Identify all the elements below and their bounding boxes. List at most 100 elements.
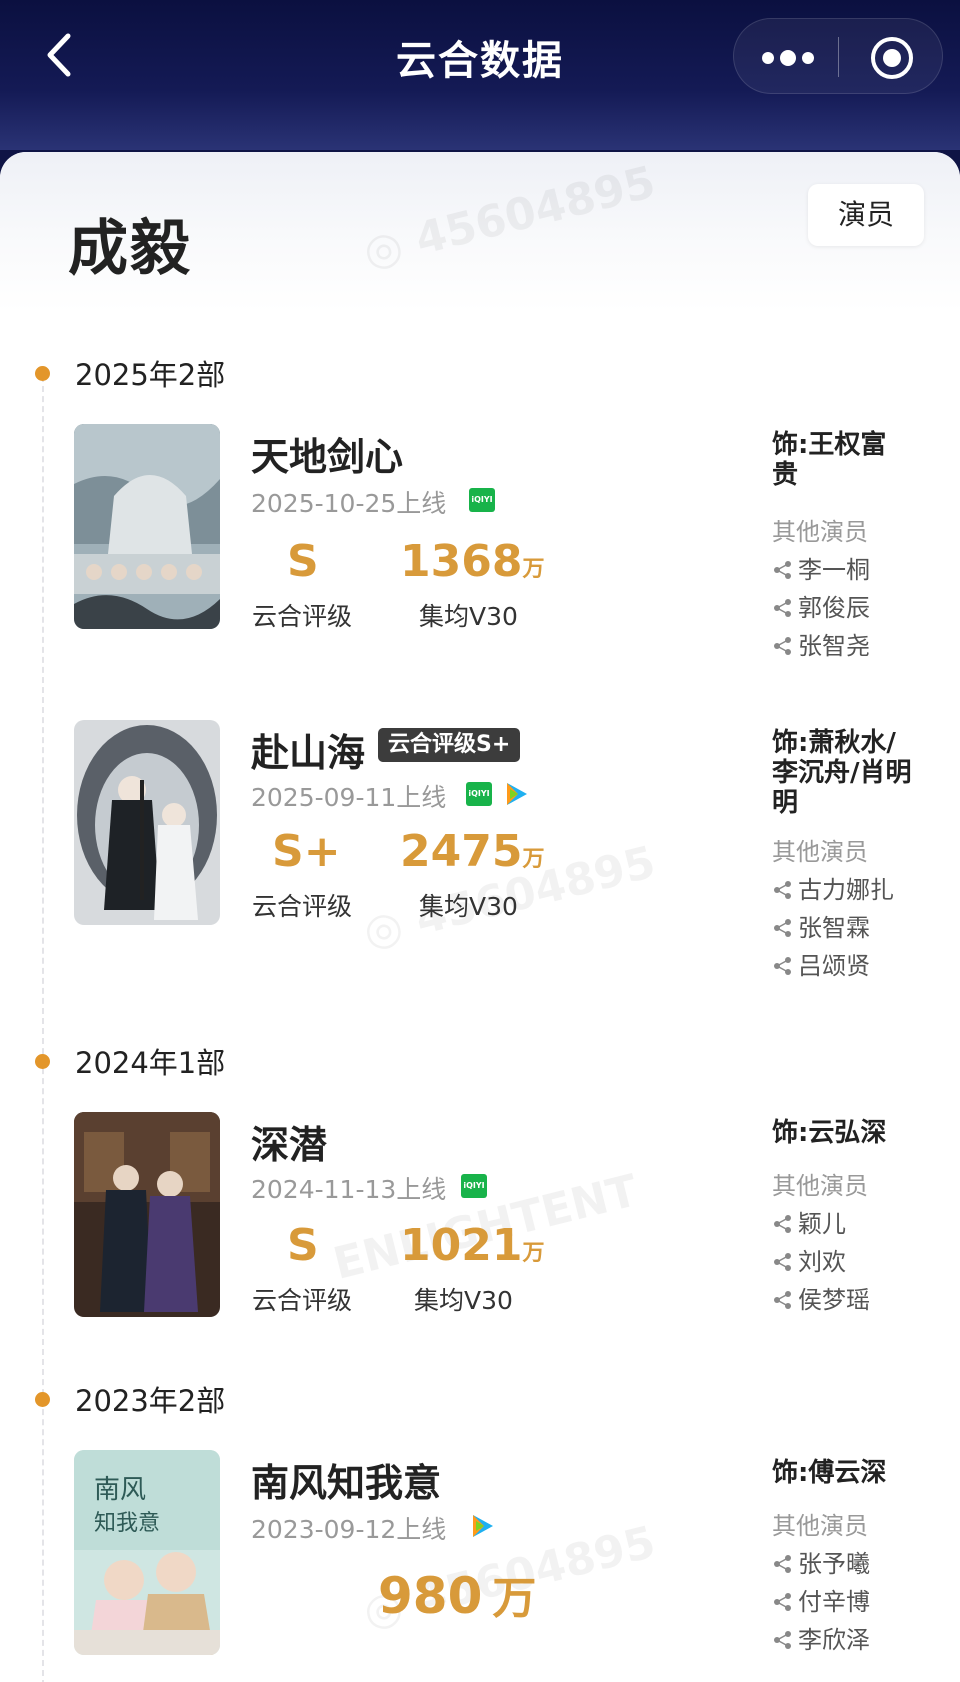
release-date: 2024-11-13上线 [251,1175,447,1204]
tencent-video-icon [468,1512,496,1540]
mini-program-capsule [733,18,943,94]
release-date: 2025-10-25上线 [251,489,447,518]
more-dot [802,52,814,64]
views-label: 集均V30 [414,1286,513,1315]
rating-badge: 云合评级S+ [378,728,521,762]
release-date: 2023-09-12上线 [251,1515,447,1544]
actor-name: 郭俊辰 [798,594,870,622]
views-unit: 万 [522,847,545,872]
more-dots-icon [762,52,774,64]
actor-item[interactable]: 古力娜扎 [772,870,894,905]
share-icon [772,879,794,901]
actor-name: 吕颂贤 [798,952,870,980]
year-label: 2024年1部 [75,1046,226,1080]
grade-label: 云合评级 [252,602,353,631]
drama-card[interactable]: 南风 知我意 南风知我意 2023-09-12上线 980 万 饰:傅云深 其他演… [0,1450,960,1682]
actor-name: 张予曦 [798,1550,870,1578]
person-name: 成毅 [68,214,192,284]
svg-text:南风: 南风 [94,1475,146,1505]
timeline-dot [35,1392,50,1407]
share-icon [772,635,794,657]
actor-item[interactable]: 颖儿 [772,1204,846,1239]
share-icon [772,1251,794,1273]
actor-item[interactable]: 付辛博 [772,1582,870,1617]
drama-title: 南风知我意 [251,1461,442,1505]
share-icon [772,1591,794,1613]
profile-header: 成毅 演员 [0,152,960,312]
actor-item[interactable]: 张智霖 [772,908,870,943]
views-unit: 万 [522,557,545,582]
year-label: 2025年2部 [75,358,226,392]
other-actors-label: 其他演员 [772,1172,868,1200]
poster-image [74,720,220,925]
actor-item[interactable]: 刘欢 [772,1242,846,1277]
role-name: 饰:王权富贵 [772,430,887,490]
tencent-video-icon [502,780,530,808]
views-unit: 万 [522,1241,545,1266]
iqiyi-icon: iQIYI [469,488,495,512]
role-tag[interactable]: 演员 [808,184,924,246]
actor-item[interactable]: 郭俊辰 [772,588,870,623]
views-value: 2475万 [400,826,544,877]
iqiyi-icon: iQIYI [466,782,492,806]
views-value: 980 万 [378,1562,536,1626]
more-dot [780,50,796,66]
share-icon [772,1629,794,1651]
actor-name: 刘欢 [798,1248,846,1276]
iqiyi-icon: iQIYI [461,1174,487,1198]
views-number: 2475 [400,826,523,877]
actor-name: 颖儿 [798,1210,846,1238]
views-number: 1368 [400,536,523,587]
drama-card[interactable]: 深潜 2024-11-13上线 iQIYI S 云合评级 1021万 集均V30… [0,1112,960,1342]
actor-item[interactable]: 李欣泽 [772,1620,870,1655]
share-icon [772,1289,794,1311]
drama-title: 天地剑心 [251,435,404,479]
other-actors-label: 其他演员 [772,838,868,866]
actor-name: 李一桐 [798,556,870,584]
role-name: 饰:萧秋水/李沉舟/肖明明 [772,728,912,818]
share-icon [772,917,794,939]
views-value: 1021万 [400,1220,544,1271]
share-icon [772,955,794,977]
poster-image: 南风 知我意 [74,1450,220,1655]
actor-item[interactable]: 张予曦 [772,1544,870,1579]
actor-name: 张智霖 [798,914,870,942]
content-sheet: 成毅 演员 ◎ 45604895 ◎ 45604895 ENLIGHTENT ◎… [0,152,960,1682]
views-number: 1021 [400,1220,523,1271]
grade-label: 云合评级 [252,892,353,921]
close-button[interactable] [839,19,944,95]
timeline-dot [35,1054,50,1069]
drama-card[interactable]: 赴山海 云合评级S+ 2025-09-11上线 iQIYI S+ 云合评级 24… [0,720,960,980]
top-bar: 云合数据 [0,0,960,150]
target-dot [883,49,901,67]
actor-name: 付辛博 [798,1588,870,1616]
actor-item[interactable]: 李一桐 [772,550,870,585]
poster-image [74,424,220,629]
actor-name: 古力娜扎 [798,876,894,904]
views-number: 980 [378,1567,483,1625]
grade-value: S [287,536,319,587]
views-label: 集均V30 [419,892,518,921]
other-actors-label: 其他演员 [772,1512,868,1540]
poster-image [74,1112,220,1317]
actor-name: 张智尧 [798,632,870,660]
role-name: 饰:云弘深 [772,1118,887,1148]
actor-name: 侯梦瑶 [798,1286,870,1314]
actor-item[interactable]: 吕颂贤 [772,946,870,981]
views-unit: 万 [492,1573,537,1624]
share-icon [772,559,794,581]
actor-item[interactable]: 侯梦瑶 [772,1280,870,1315]
views-value: 1368万 [400,536,544,587]
year-label: 2023年2部 [75,1384,226,1418]
grade-label: 云合评级 [252,1286,353,1315]
share-icon [772,597,794,619]
grade-value: S [287,1220,319,1271]
other-actors-label: 其他演员 [772,518,868,546]
role-name: 饰:傅云深 [772,1458,887,1488]
actor-item[interactable]: 张智尧 [772,626,870,661]
more-button[interactable] [734,19,838,95]
release-date: 2025-09-11上线 [251,783,447,812]
actor-name: 李欣泽 [798,1626,870,1654]
drama-card[interactable]: 天地剑心 2025-10-25上线 iQIYI S 云合评级 1368万 集均V… [0,424,960,660]
drama-title: 深潜 [251,1123,328,1167]
